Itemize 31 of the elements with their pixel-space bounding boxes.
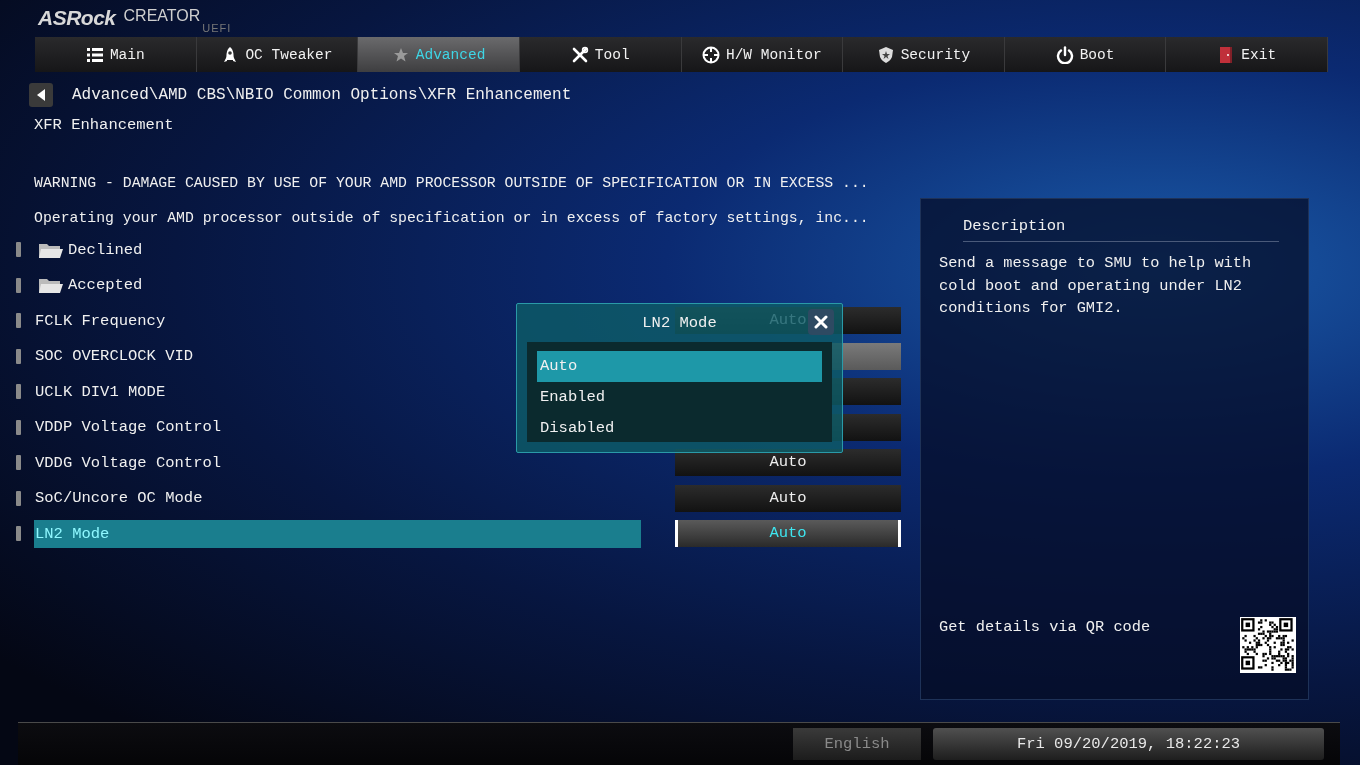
breadcrumb-path: Advanced\AMD CBS\NBIO Common Options\XFR Enhancement	[72, 86, 572, 104]
value-field[interactable]: Auto	[675, 520, 901, 548]
date-time: Fri 09/20/2019, 18:22:23	[933, 728, 1324, 760]
brand-logo: ASRock	[38, 6, 116, 30]
warning-text: Operating your AMD processor outside of specification or in excess of factory settings, inc...	[34, 209, 870, 228]
value-field[interactable]: Auto	[675, 484, 901, 512]
qr-caption: Get details via QR code	[939, 618, 1151, 636]
folder-item[interactable]: Declined	[34, 235, 143, 264]
folder-label: Declined	[68, 239, 143, 261]
menu-tab[interactable]: Security	[843, 37, 1005, 72]
description-heading: Description	[963, 217, 1279, 242]
uefi-label: UEFI	[202, 22, 232, 34]
edition-label: CREATOR	[123, 7, 201, 25]
description-text: Send a message to SMU to help with cold boot and operating under LN2 conditions for GMI2.	[939, 253, 1253, 319]
setting-label[interactable]: LN2 Mode	[34, 519, 641, 548]
menu-tab[interactable]: Exit	[1166, 37, 1328, 72]
folder-item[interactable]: Accepted	[34, 271, 143, 300]
menu-tab[interactable]: Boot	[1004, 37, 1167, 72]
option-item[interactable]: Disabled	[537, 413, 822, 444]
menu-tab[interactable]: Advanced	[358, 37, 520, 72]
option-item[interactable]: Enabled	[537, 382, 822, 413]
setting-label[interactable]: VDDG Voltage Control	[34, 448, 641, 477]
setting-label[interactable]: SoC/Uncore OC Mode	[34, 484, 641, 513]
page-title: XFR Enhancement	[33, 115, 175, 136]
menu-tab[interactable]: Main	[35, 37, 197, 72]
menu-tab[interactable]: H/W Monitor	[681, 37, 844, 72]
menu-tab[interactable]: Tool	[519, 37, 682, 72]
language-button[interactable]: English	[793, 728, 921, 760]
folder-label: Accepted	[68, 275, 143, 297]
warning-text: WARNING - DAMAGE CAUSED BY USE OF YOUR AMD PROCESSOR OUTSIDE OF SPECIFICATION OR IN EXCESS ...	[34, 174, 870, 193]
dialog-title: LN2 Mode	[642, 314, 717, 332]
